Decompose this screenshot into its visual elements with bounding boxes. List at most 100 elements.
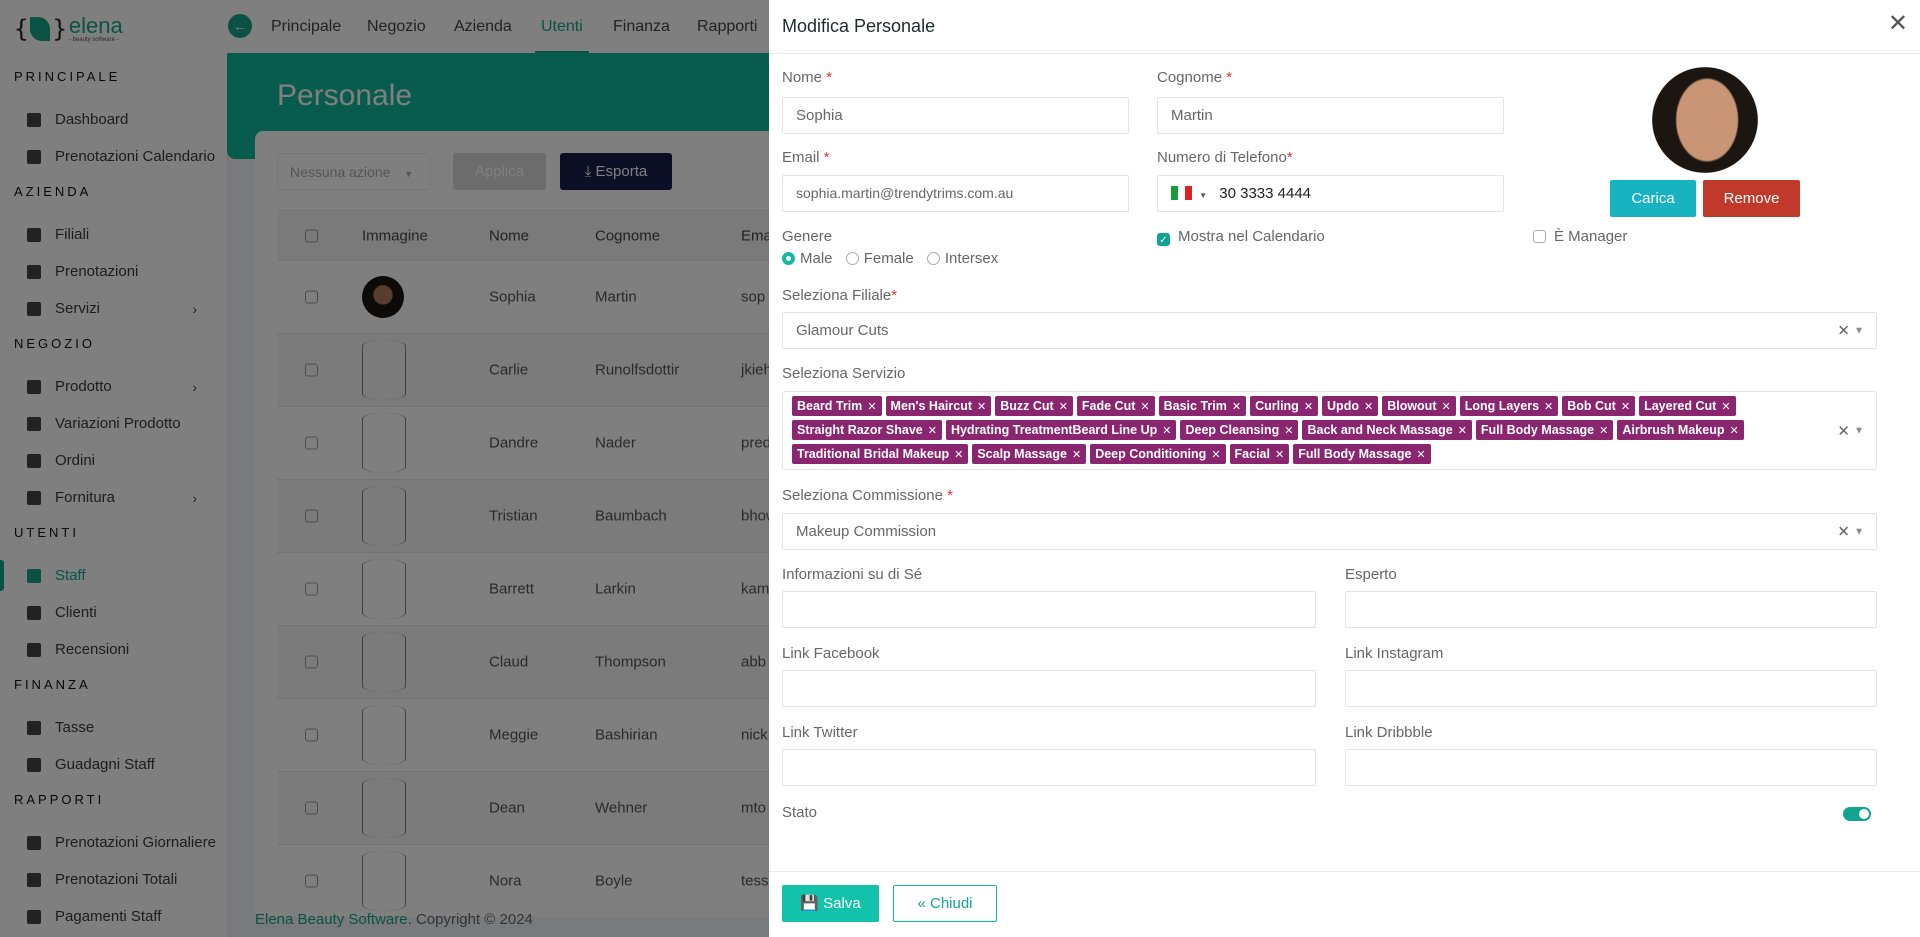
remove-tag-icon[interactable]: ✕ [1072,449,1081,461]
remove-tag-icon[interactable]: ✕ [1458,425,1467,437]
remove-tag-icon[interactable]: ✕ [1140,401,1149,413]
service-tag-label: Buzz Cut [1000,399,1054,413]
caret-down-icon: ▼ [1854,425,1864,436]
gender-radio-group: Male Female Intersex [782,250,998,267]
remove-tag-icon[interactable]: ✕ [1162,425,1171,437]
double-chevron-left-icon: « [917,895,926,912]
manager-checkbox[interactable]: È Manager [1533,228,1627,245]
email-label: Email [782,149,820,166]
service-tag-label: Basic Trim [1163,399,1227,413]
service-tag: Scalp Massage ✕ [972,444,1087,464]
remove-tag-icon[interactable]: ✕ [1599,425,1608,437]
facebook-input[interactable] [782,670,1316,707]
remove-tag-icon[interactable]: ✕ [1211,449,1220,461]
nome-input[interactable]: Sophia [782,97,1129,134]
services-multiselect[interactable]: Beard Trim ✕ Men's Haircut ✕ Buzz Cut ✕ Fade C… [782,391,1877,470]
upload-photo-button[interactable]: Carica [1610,180,1696,217]
email-input[interactable]: sophia.martin@trendytrims.com.au [782,175,1129,212]
gender-intersex-radio[interactable]: Intersex [926,250,998,267]
service-tag: Back and Neck Massage ✕ [1302,420,1472,440]
remove-tag-icon[interactable]: ✕ [1721,401,1730,413]
dribbble-label: Link Dribbble [1345,724,1433,741]
remove-tag-icon[interactable]: ✕ [977,401,986,413]
phone-value: 30 3333 4444 [1219,185,1312,202]
status-label: Stato [782,804,818,821]
expert-input[interactable] [1345,591,1877,628]
close-button[interactable]: « Chiudi [893,885,997,922]
service-tag: Updo ✕ [1322,396,1379,416]
service-tag-label: Facial [1234,447,1270,461]
save-button[interactable]: 💾 Salva [782,885,879,922]
instagram-label: Link Instagram [1345,645,1444,662]
cognome-input[interactable]: Martin [1157,97,1504,134]
phone-label: Numero di Telefono [1157,149,1287,166]
remove-tag-icon[interactable]: ✕ [1284,425,1293,437]
service-tag: Airbrush Makeup ✕ [1617,420,1744,440]
show-calendar-checkbox[interactable]: ✓ Mostra nel Calendario [1157,228,1325,246]
service-tag: Bob Cut ✕ [1562,396,1636,416]
about-input[interactable] [782,591,1316,628]
service-tag: Fade Cut ✕ [1076,396,1155,416]
dribbble-input[interactable] [1345,749,1877,786]
twitter-label: Link Twitter [782,724,858,741]
service-tag-label: Airbrush Makeup [1622,423,1725,437]
remove-tag-icon[interactable]: ✕ [1416,449,1425,461]
italy-flag-icon[interactable] [1171,186,1192,200]
staff-photo [1652,67,1758,173]
save-icon: 💾 [800,895,819,912]
service-tag-label: Blowout [1387,399,1437,413]
remove-tag-icon[interactable]: ✕ [1441,401,1450,413]
service-tag: Beard Trim ✕ [792,396,882,416]
gender-male-radio[interactable]: Male [782,250,833,267]
remove-tag-icon[interactable]: ✕ [1059,401,1068,413]
check-icon: ✓ [1157,233,1170,246]
gender-female-radio[interactable]: Female [845,250,914,267]
service-tag: Traditional Bridal Makeup ✕ [792,444,969,464]
remove-photo-button[interactable]: Remove [1703,180,1800,217]
service-tag: Buzz Cut ✕ [995,396,1073,416]
service-tag-label: Beard Trim [797,399,863,413]
caret-down-icon: ▼ [1199,191,1208,200]
twitter-input[interactable] [782,749,1316,786]
about-label: Informazioni su di Sé [782,566,923,583]
service-tag-label: Scalp Massage [977,447,1067,461]
remove-tag-icon[interactable]: ✕ [954,449,963,461]
service-tag: Deep Conditioning ✕ [1090,444,1226,464]
service-tag-label: Bob Cut [1567,399,1616,413]
commission-select[interactable]: Makeup Commission ✕ ▼ [782,513,1877,550]
remove-tag-icon[interactable]: ✕ [1232,401,1241,413]
expert-label: Esperto [1345,566,1397,583]
modal-footer [769,871,1920,872]
service-tag-label: Hydrating TreatmentBeard Line Up [950,423,1158,437]
phone-input[interactable]: ▼ 30 3333 4444 [1157,175,1504,212]
caret-down-icon: ▼ [1854,526,1864,537]
instagram-input[interactable] [1345,670,1877,707]
service-tag-label: Traditional Bridal Makeup [797,447,950,461]
remove-tag-icon[interactable]: ✕ [1364,401,1373,413]
service-tag-label: Updo [1327,399,1359,413]
service-tag: Facial ✕ [1229,444,1290,464]
service-tag-label: Long Layers [1464,399,1540,413]
service-tag-label: Full Body Massage [1298,447,1412,461]
remove-tag-icon[interactable]: ✕ [928,425,937,437]
remove-tag-icon[interactable]: ✕ [1275,449,1284,461]
caret-down-icon: ▼ [1854,325,1864,336]
services-label: Seleziona Servizio [782,365,906,382]
remove-tag-icon[interactable]: ✕ [867,401,876,413]
service-tag: Hydrating TreatmentBeard Line Up ✕ [945,420,1177,440]
remove-tag-icon[interactable]: ✕ [1304,401,1313,413]
status-toggle[interactable] [1843,807,1871,821]
gender-label: Genere [782,228,833,245]
clear-icon: ✕ [1837,523,1850,540]
clear-icon[interactable]: ✕ [1837,422,1850,440]
clear-icon: ✕ [1837,322,1850,339]
remove-tag-icon[interactable]: ✕ [1621,401,1630,413]
remove-tag-icon[interactable]: ✕ [1729,425,1738,437]
commission-label: Seleziona Commissione [782,487,943,504]
service-tag-label: Deep Cleansing [1185,423,1280,437]
close-icon[interactable]: ✕ [1888,12,1908,36]
service-tag: Layered Cut ✕ [1639,396,1736,416]
remove-tag-icon[interactable]: ✕ [1544,401,1553,413]
branch-select[interactable]: Glamour Cuts ✕ ▼ [782,312,1877,349]
service-tag: Full Body Massage ✕ [1475,420,1614,440]
